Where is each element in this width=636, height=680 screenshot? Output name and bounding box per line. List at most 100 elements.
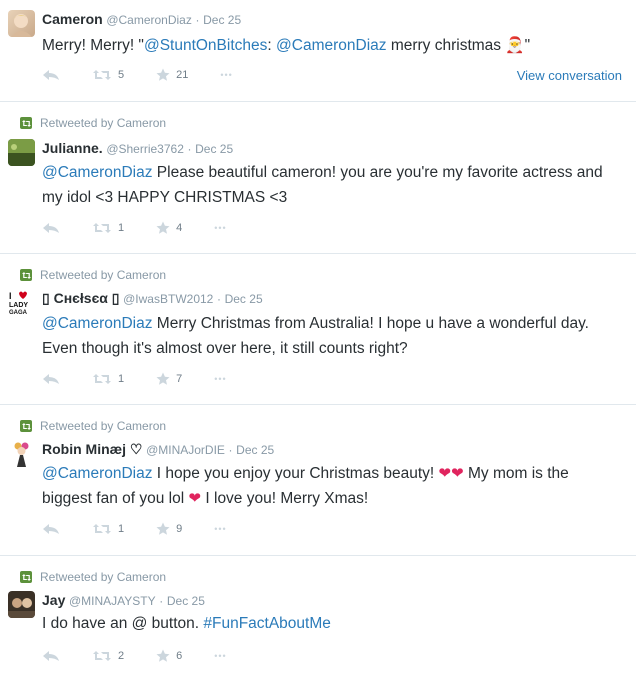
retweet-count: 5 bbox=[118, 69, 125, 81]
more-icon: ••• bbox=[214, 524, 227, 534]
tweet-2[interactable]: Retweeted by Cameron Julianne. @Sherrie3… bbox=[0, 103, 636, 254]
favorite-button[interactable]: 6 bbox=[156, 649, 182, 663]
tweet-4[interactable]: Retweeted by Cameron Robin Minæj ♡ @MINA… bbox=[0, 406, 636, 556]
retweeted-by-label[interactable]: Retweeted by Cameron bbox=[40, 570, 166, 584]
reply-icon bbox=[43, 374, 59, 384]
more-options-button[interactable]: ••• bbox=[214, 374, 226, 384]
mention-link[interactable]: @CameronDiaz bbox=[276, 37, 387, 54]
reply-icon bbox=[43, 524, 59, 534]
reply-button[interactable] bbox=[42, 373, 60, 385]
reply-icon bbox=[43, 651, 59, 661]
tweet-actions: 2 6 ••• bbox=[42, 649, 259, 663]
favorite-count: 9 bbox=[176, 523, 183, 535]
favorite-count: 4 bbox=[176, 222, 183, 234]
star-icon bbox=[156, 522, 170, 535]
avatar[interactable] bbox=[8, 440, 35, 467]
svg-text:I: I bbox=[9, 291, 12, 301]
retweeted-by-row: Retweeted by Cameron bbox=[20, 419, 166, 433]
retweet-count: 2 bbox=[118, 650, 125, 662]
reply-button[interactable] bbox=[42, 650, 60, 662]
reply-button[interactable] bbox=[42, 523, 60, 535]
author-name[interactable]: Cameron bbox=[42, 11, 103, 27]
svg-text:GAGA: GAGA bbox=[9, 310, 28, 316]
more-options-button[interactable]: ••• bbox=[214, 651, 226, 661]
favorite-count: 6 bbox=[176, 650, 183, 662]
reply-icon bbox=[43, 70, 59, 80]
tweet-header: ▯ Ϲнєłѕєα ▯ @IwasBTW2012 · Dec 25 bbox=[42, 290, 263, 307]
author-name[interactable]: ▯ Ϲнєłѕєα ▯ bbox=[42, 290, 120, 306]
author-handle[interactable]: @MINAJorDIE bbox=[146, 443, 225, 457]
text-segment: I love you! Merry Xmas! bbox=[201, 490, 369, 507]
favorite-button[interactable]: 9 bbox=[156, 522, 182, 536]
tweet-feed: Cameron @CameronDiaz · Dec 25 Merry! Mer… bbox=[0, 0, 636, 680]
heart-emoji-icon: ❤ bbox=[188, 490, 202, 507]
retweet-button[interactable]: 1 bbox=[92, 222, 124, 234]
svg-text:LADY: LADY bbox=[9, 302, 28, 309]
retweet-count: 1 bbox=[118, 222, 125, 234]
tweet-date[interactable]: Dec 25 bbox=[236, 443, 274, 457]
tweet-actions: 5 21 ••• bbox=[42, 68, 265, 82]
author-handle[interactable]: @IwasBTW2012 bbox=[123, 292, 213, 306]
favorite-button[interactable]: 4 bbox=[156, 221, 182, 235]
tweet-header: Robin Minæj ♡ @MINAJorDIE · Dec 25 bbox=[42, 441, 274, 458]
reply-button[interactable] bbox=[42, 69, 60, 81]
view-conversation-link[interactable]: View conversation bbox=[517, 68, 622, 83]
tweet-5[interactable]: Retweeted by Cameron Jay @MINAJAYSTY · D… bbox=[0, 557, 636, 680]
tweet-header: Cameron @CameronDiaz · Dec 25 bbox=[42, 11, 241, 27]
text-segment: I do have an @ button. bbox=[42, 615, 204, 632]
retweeted-by-label[interactable]: Retweeted by Cameron bbox=[40, 116, 166, 130]
text-segment: Merry! Merry! " bbox=[42, 37, 144, 54]
tweet-header: Jay @MINAJAYSTY · Dec 25 bbox=[42, 592, 205, 608]
hashtag-link[interactable]: #FunFactAboutMe bbox=[203, 615, 331, 632]
favorite-button[interactable]: 7 bbox=[156, 372, 182, 386]
more-options-button[interactable]: ••• bbox=[220, 70, 232, 80]
retweet-button[interactable]: 2 bbox=[92, 650, 124, 662]
retweet-count: 1 bbox=[118, 373, 125, 385]
retweet-button[interactable]: 1 bbox=[92, 373, 124, 385]
retweet-icon bbox=[93, 374, 111, 384]
author-handle[interactable]: @Sherrie3762 bbox=[106, 142, 184, 156]
more-options-button[interactable]: ••• bbox=[214, 524, 226, 534]
favorite-button[interactable]: 21 bbox=[156, 68, 188, 82]
author-name[interactable]: Julianne. bbox=[42, 140, 103, 156]
separator-dot: · bbox=[228, 443, 233, 457]
retweet-icon bbox=[93, 223, 111, 233]
tweet-date[interactable]: Dec 25 bbox=[195, 142, 233, 156]
tweet-actions: 1 7 ••• bbox=[42, 372, 259, 386]
more-options-button[interactable]: ••• bbox=[214, 223, 226, 233]
avatar[interactable] bbox=[8, 10, 35, 37]
avatar[interactable]: I LADY GAGA bbox=[8, 289, 35, 316]
tweet-3[interactable]: Retweeted by Cameron I LADY GAGA ▯ Ϲнєłѕєα… bbox=[0, 255, 636, 405]
retweet-icon bbox=[93, 524, 111, 534]
avatar[interactable] bbox=[8, 591, 35, 618]
more-icon: ••• bbox=[220, 70, 233, 80]
mention-link[interactable]: @CameronDiaz bbox=[42, 164, 153, 181]
author-handle[interactable]: @MINAJAYSTY bbox=[69, 594, 156, 608]
tweet-date[interactable]: Dec 25 bbox=[225, 292, 263, 306]
retweeted-by-row: Retweeted by Cameron bbox=[20, 116, 166, 130]
tweet-1[interactable]: Cameron @CameronDiaz · Dec 25 Merry! Mer… bbox=[0, 0, 636, 102]
more-icon: ••• bbox=[214, 374, 227, 384]
separator-dot: · bbox=[159, 594, 164, 608]
author-handle[interactable]: @CameronDiaz bbox=[106, 13, 192, 27]
tweet-date[interactable]: Dec 25 bbox=[203, 13, 241, 27]
author-name[interactable]: Robin Minæj ♡ bbox=[42, 441, 142, 457]
favorite-count: 21 bbox=[176, 69, 189, 81]
retweeted-by-label[interactable]: Retweeted by Cameron bbox=[40, 268, 166, 282]
avatar[interactable] bbox=[8, 139, 35, 166]
retweet-badge-icon bbox=[20, 269, 32, 281]
retweet-button[interactable]: 5 bbox=[92, 69, 124, 81]
mention-link[interactable]: @CameronDiaz bbox=[42, 315, 153, 332]
retweet-badge-icon bbox=[20, 117, 32, 129]
mention-link[interactable]: @StuntOnBitches bbox=[144, 37, 267, 54]
author-name[interactable]: Jay bbox=[42, 592, 65, 608]
retweeted-by-label[interactable]: Retweeted by Cameron bbox=[40, 419, 166, 433]
tweet-text: I do have an @ button. #FunFactAboutMe bbox=[42, 611, 622, 636]
mention-link[interactable]: @CameronDiaz bbox=[42, 465, 153, 482]
separator-dot: · bbox=[216, 292, 221, 306]
star-icon bbox=[156, 68, 170, 81]
reply-button[interactable] bbox=[42, 222, 60, 234]
tweet-date[interactable]: Dec 25 bbox=[167, 594, 205, 608]
retweet-button[interactable]: 1 bbox=[92, 523, 124, 535]
star-icon bbox=[156, 649, 170, 662]
